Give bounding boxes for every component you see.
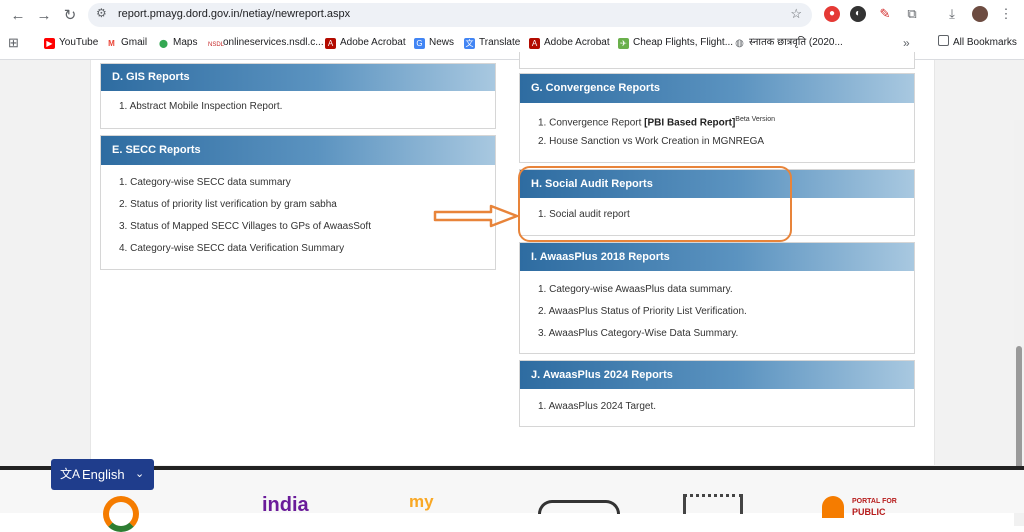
- report-link[interactable]: 4. Category-wise SECC data Verification …: [119, 241, 495, 263]
- all-bookmarks-folder[interactable]: All Bookmarks: [938, 35, 1017, 51]
- india-gov-logo[interactable]: india: [262, 494, 309, 517]
- extensions-puzzle-icon[interactable]: ⧉: [904, 6, 920, 22]
- language-selector-button[interactable]: 文A English ⌄: [51, 459, 154, 490]
- report-link[interactable]: 2. House Sanction vs Work Creation in MG…: [538, 134, 914, 156]
- bookmark-nsdl[interactable]: NSDLonlineservices.nsdl.c...: [208, 35, 324, 51]
- awaasplus-2018-reports-panel: I. AwaasPlus 2018 Reports 1. Category-wi…: [519, 242, 915, 354]
- awaasplus-2024-reports-title: J. AwaasPlus 2024 Reports: [520, 361, 914, 389]
- secc-reports-title: E. SECC Reports: [101, 136, 495, 165]
- profile-avatar[interactable]: [972, 6, 988, 22]
- reload-icon[interactable]: ↻: [60, 6, 80, 26]
- extension-icon[interactable]: ●: [824, 6, 840, 22]
- report-link[interactable]: 1. AwaasPlus 2024 Target.: [538, 399, 914, 421]
- bookmark-news[interactable]: G News: [414, 35, 454, 51]
- browser-toolbar: ← → ↻ ⚙ report.pmayg.dord.gov.in/netiay/…: [0, 0, 1024, 60]
- parliament-logo-icon[interactable]: [683, 494, 743, 514]
- language-label: English: [82, 467, 125, 482]
- acrobat-icon: A: [325, 38, 336, 49]
- bookmark-gmail[interactable]: M Gmail: [106, 35, 147, 51]
- report-link[interactable]: 1. Category-wise AwaasPlus data summary.: [538, 282, 914, 304]
- secc-reports-panel: E. SECC Reports 1. Category-wise SECC da…: [100, 135, 496, 270]
- apps-grid-icon[interactable]: ⊞: [8, 35, 19, 51]
- convergence-reports-title: G. Convergence Reports: [520, 74, 914, 103]
- menu-kebab-icon[interactable]: ⋮: [998, 6, 1014, 22]
- bookmark-translate[interactable]: 文 Translate: [464, 35, 520, 51]
- report-link[interactable]: 3. AwaasPlus Category-Wise Data Summary.: [538, 326, 914, 348]
- translate-icon: 文A: [60, 467, 81, 481]
- previous-section-panel-bottom: [519, 52, 915, 69]
- gis-reports-panel: D. GIS Reports 1. Abstract Mobile Inspec…: [100, 63, 496, 129]
- bookmark-scholarship[interactable]: ◍ स्नातक छात्रवृति (2020...: [734, 35, 843, 51]
- address-bar[interactable]: ⚙ report.pmayg.dord.gov.in/netiay/newrep…: [88, 3, 812, 27]
- portal-text: PUBLIC: [852, 507, 886, 517]
- bookmark-cheap-flights[interactable]: ✈ Cheap Flights, Flight...: [618, 35, 733, 51]
- chevron-down-icon: ⌄: [135, 468, 145, 480]
- back-icon[interactable]: ←: [8, 6, 28, 26]
- url-text: report.pmayg.dord.gov.in/netiay/newrepor…: [118, 8, 351, 20]
- bookmark-star-icon[interactable]: ☆: [790, 6, 802, 22]
- maps-icon: ⬤: [158, 38, 169, 49]
- awaasplus-2024-reports-panel: J. AwaasPlus 2024 Reports 1. AwaasPlus 2…: [519, 360, 915, 427]
- portal-emblem-icon[interactable]: [822, 496, 844, 518]
- report-link[interactable]: 1. Abstract Mobile Inspection Report.: [119, 99, 495, 121]
- bookmark-adobe-acrobat-2[interactable]: A Adobe Acrobat: [529, 35, 610, 51]
- news-icon: G: [414, 38, 425, 49]
- convergence-reports-panel: G. Convergence Reports 1. Convergence Re…: [519, 73, 915, 163]
- page-body: D. GIS Reports 1. Abstract Mobile Inspec…: [0, 52, 1024, 526]
- forward-icon[interactable]: →: [34, 6, 54, 26]
- folder-icon: [938, 35, 949, 46]
- orange-arrow-icon: [433, 204, 519, 228]
- download-icon[interactable]: ⤓: [944, 6, 960, 22]
- mygov-logo[interactable]: my: [409, 492, 434, 512]
- awaasplus-2018-reports-title: I. AwaasPlus 2018 Reports: [520, 243, 914, 271]
- globe-icon: ◍: [734, 38, 745, 49]
- digital-india-logo-icon[interactable]: [103, 496, 139, 532]
- gmail-icon: M: [106, 38, 117, 49]
- portal-text: PORTAL FOR: [852, 498, 897, 505]
- report-link-pbi[interactable]: 1. Convergence Report [PBI Based Report]…: [538, 112, 914, 134]
- reports-content: D. GIS Reports 1. Abstract Mobile Inspec…: [90, 52, 935, 465]
- bookmarks-bar: ⊞ ▶ YouTube M Gmail ⬤ Maps NSDLonlineservic…: [0, 32, 1024, 54]
- acrobat-icon: A: [529, 38, 540, 49]
- nsdl-icon: NSDL: [208, 40, 224, 51]
- bookmark-maps[interactable]: ⬤ Maps: [158, 35, 197, 51]
- emblem-logo-icon[interactable]: [538, 500, 620, 514]
- gis-reports-title: D. GIS Reports: [101, 64, 495, 91]
- more-bookmarks-chevron-icon[interactable]: »: [903, 35, 910, 51]
- flights-icon: ✈: [618, 38, 629, 49]
- youtube-icon: ▶: [44, 38, 55, 49]
- report-link[interactable]: 1. Category-wise SECC data summary: [119, 175, 495, 197]
- translate-icon: 文: [464, 38, 475, 49]
- highlight-rounded-box: [518, 166, 792, 242]
- report-link[interactable]: 2. AwaasPlus Status of Priority List Ver…: [538, 304, 914, 326]
- bookmark-youtube[interactable]: ▶ YouTube: [44, 35, 98, 51]
- site-info-icon[interactable]: ⚙: [96, 6, 107, 20]
- bookmark-adobe-acrobat[interactable]: A Adobe Acrobat: [325, 35, 406, 51]
- pen-extension-icon[interactable]: ✎: [877, 6, 893, 22]
- extension-icon[interactable]: ◐: [850, 6, 866, 22]
